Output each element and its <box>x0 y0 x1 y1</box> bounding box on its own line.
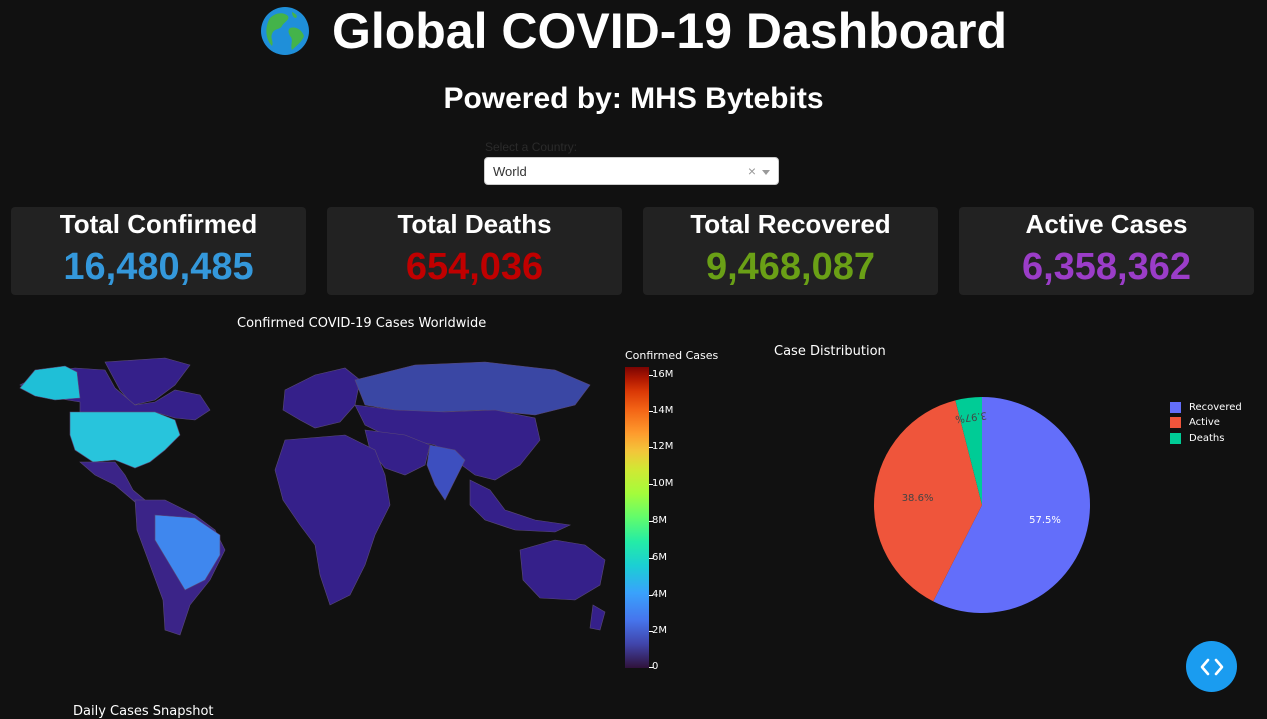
colorbar <box>625 367 649 668</box>
page-subtitle: Powered by: MHS Bytebits <box>443 82 824 115</box>
stat-value: 654,036 <box>405 246 544 288</box>
country-select-label: Select a Country: <box>485 140 578 154</box>
chevron-down-icon[interactable] <box>762 170 770 175</box>
legend-item-recovered[interactable]: Recovered <box>1170 402 1242 413</box>
legend-label: Active <box>1189 417 1220 428</box>
region-australia <box>519 539 606 601</box>
stat-card-confirmed: Total Confirmed 16,480,485 <box>11 207 306 295</box>
region-alaska <box>19 365 81 401</box>
colorbar-title: Confirmed Cases <box>625 349 719 362</box>
pie-slice-label: 57.5% <box>1029 515 1061 526</box>
legend-label: Recovered <box>1189 402 1242 413</box>
colorbar-tick-label: 14M <box>652 405 674 416</box>
region-new-zealand <box>589 604 606 631</box>
stat-label: Total Deaths <box>397 209 552 239</box>
colorbar-tick-label: 6M <box>652 552 667 563</box>
country-dropdown[interactable]: World × <box>484 157 779 185</box>
region-africa <box>274 434 391 606</box>
stat-label: Active Cases <box>1025 209 1188 239</box>
region-europe <box>282 367 361 429</box>
colorbar-tick-label: 0 <box>652 661 659 672</box>
clear-icon[interactable]: × <box>748 163 756 179</box>
legend-label: Deaths <box>1189 433 1225 444</box>
legend-item-deaths[interactable]: Deaths <box>1170 433 1224 444</box>
pie-slice-label: 38.6% <box>902 493 934 504</box>
region-southeast-asia <box>469 479 572 533</box>
stat-card-active: Active Cases 6,358,362 <box>959 207 1254 295</box>
code-icon <box>1200 658 1223 675</box>
legend-swatch <box>1170 433 1181 444</box>
region-russia <box>354 361 591 416</box>
colorbar-tick-label: 4M <box>652 589 667 600</box>
colorbar-tick-label: 12M <box>652 441 674 452</box>
globe-icon <box>260 7 309 55</box>
stat-value: 9,468,087 <box>705 246 876 288</box>
stat-value: 6,358,362 <box>1021 246 1192 288</box>
stat-card-deaths: Total Deaths 654,036 <box>327 207 622 295</box>
daily-snapshot-title: Daily Cases Snapshot <box>73 704 214 719</box>
code-toggle-button[interactable] <box>1186 641 1237 692</box>
page-title: Global COVID-19 Dashboard <box>331 3 1008 59</box>
region-usa <box>69 411 181 469</box>
colorbar-tick-label: 2M <box>652 625 667 636</box>
colorbar-tick-label: 8M <box>652 515 667 526</box>
legend-swatch <box>1170 402 1181 413</box>
stat-label: Total Recovered <box>690 209 891 239</box>
dashboard-header: Global COVID-19 Dashboard <box>0 0 1267 62</box>
country-dropdown-value: World <box>493 163 527 179</box>
stat-label: Total Confirmed <box>59 209 258 239</box>
colorbar-tick-label: 10M <box>652 478 674 489</box>
legend-swatch <box>1170 417 1181 428</box>
pie-title: Case Distribution <box>774 344 886 359</box>
world-map[interactable] <box>15 350 610 650</box>
stat-value: 16,480,485 <box>63 246 254 288</box>
colorbar-tick-label: 16M <box>652 369 674 380</box>
stat-card-recovered: Total Recovered 9,468,087 <box>643 207 938 295</box>
map-title: Confirmed COVID-19 Cases Worldwide <box>237 316 487 331</box>
pie-chart[interactable]: 57.5%38.6%3.97% <box>860 385 1100 625</box>
legend-item-active[interactable]: Active <box>1170 417 1220 428</box>
